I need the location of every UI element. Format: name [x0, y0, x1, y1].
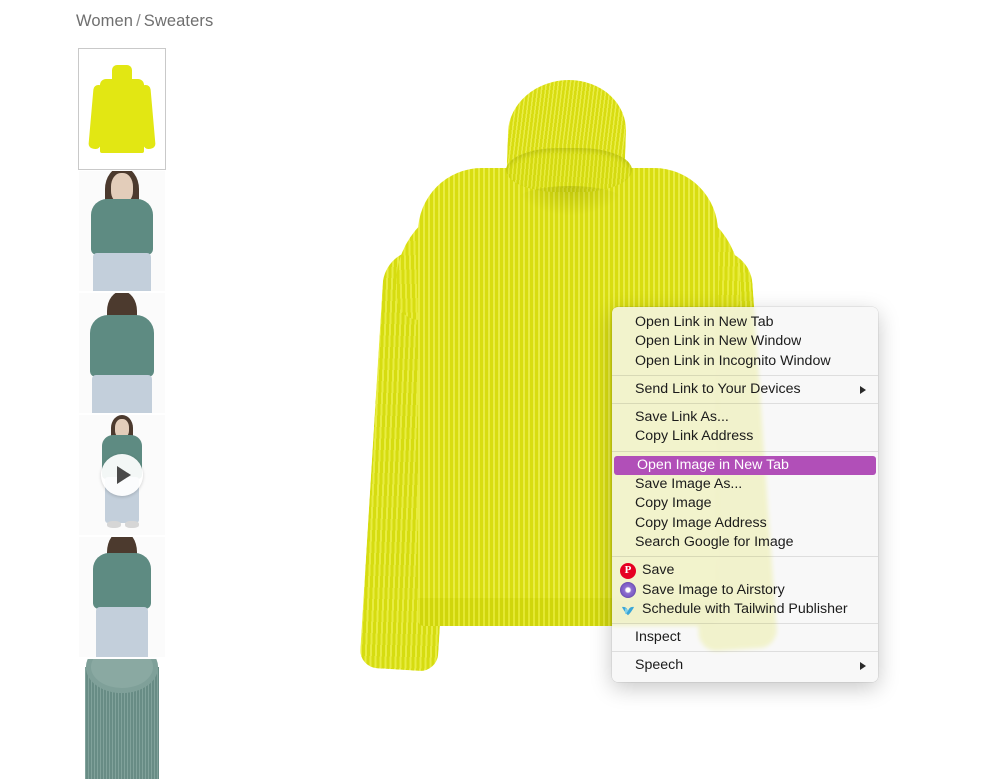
model-sweater: [90, 315, 154, 377]
menu-item-label: Inspect: [635, 629, 681, 646]
sweater-neck-shadow: [516, 186, 624, 216]
thumbnail-image: [79, 171, 165, 291]
menu-group: Send Link to Your Devices: [612, 378, 878, 401]
menu-item-save-image-as[interactable]: Save Image As...: [612, 475, 878, 494]
product-page: Women / Sweaters Open Link in New Tab Open …: [0, 0, 1000, 784]
menu-item-label: Save Link As...: [635, 409, 729, 426]
thumbnail-teal-turtleneck-video[interactable]: [78, 414, 166, 536]
thumbnail-rail: [78, 48, 166, 780]
menu-separator: [612, 403, 878, 405]
menu-group: Speech: [612, 654, 878, 677]
menu-item-label: Save Image to Airstory: [642, 581, 785, 598]
menu-item-label: Copy Image Address: [635, 514, 767, 531]
menu-item-label: Open Link in New Window: [635, 333, 802, 350]
menu-item-label: Speech: [635, 657, 684, 674]
menu-item-search-google-for-image[interactable]: Search Google for Image: [612, 533, 878, 552]
menu-item-copy-image[interactable]: Copy Image: [612, 494, 878, 513]
thumbnail-image: [79, 659, 165, 779]
model-photo: [79, 537, 165, 657]
breadcrumb-item-sweaters[interactable]: Sweaters: [144, 12, 214, 30]
menu-item-open-link-in-new-tab[interactable]: Open Link in New Tab: [612, 313, 878, 332]
knit-fabric-swatch: [85, 659, 159, 779]
menu-item-open-image-in-new-tab[interactable]: Open Image in New Tab: [614, 455, 876, 476]
menu-item-label: Open Link in Incognito Window: [635, 352, 831, 369]
play-icon[interactable]: [101, 454, 143, 496]
thumbnail-image: [79, 49, 165, 169]
thumbnail-teal-turtleneck-back[interactable]: [78, 292, 166, 414]
airstory-icon: [620, 582, 636, 599]
menu-item-speech[interactable]: Speech: [612, 656, 878, 675]
menu-item-label: Copy Link Address: [635, 428, 754, 445]
menu-group: Save Link As... Copy Link Address: [612, 406, 878, 449]
menu-item-inspect[interactable]: Inspect: [612, 628, 878, 647]
menu-item-label: Search Google for Image: [635, 533, 794, 550]
tailwind-icon: [620, 602, 636, 618]
menu-item-save-image-to-airstory[interactable]: Save Image to Airstory: [612, 581, 878, 600]
menu-item-save-link-as[interactable]: Save Link As...: [612, 408, 878, 427]
menu-separator: [612, 374, 878, 376]
menu-item-save[interactable]: P Save: [612, 561, 878, 580]
thumbnail-image: [79, 293, 165, 413]
thumbnail-teal-knit-detail[interactable]: [78, 658, 166, 780]
model-jeans: [93, 253, 151, 291]
breadcrumb-item-women[interactable]: Women: [76, 12, 133, 30]
menu-separator: [612, 623, 878, 625]
mini-collar: [112, 65, 132, 83]
menu-item-label: Schedule with Tailwind Publisher: [642, 600, 848, 617]
menu-item-label: Open Image in New Tab: [637, 456, 789, 473]
menu-item-label: Save: [642, 562, 675, 579]
submenu-arrow-icon: [860, 662, 866, 671]
mini-body: [100, 79, 144, 153]
menu-item-label: Open Link in New Tab: [635, 314, 774, 330]
menu-item-schedule-with-tailwind-publisher[interactable]: Schedule with Tailwind Publisher: [612, 600, 878, 619]
menu-item-label: Save Image As...: [635, 476, 743, 493]
play-triangle: [117, 466, 131, 484]
model-photo: [79, 293, 165, 413]
breadcrumb-separator: /: [136, 12, 141, 30]
menu-group: Inspect: [612, 626, 878, 649]
browser-context-menu[interactable]: Open Link in New Tab Open Link in New Win…: [612, 307, 878, 682]
menu-item-copy-image-address[interactable]: Copy Image Address: [612, 514, 878, 533]
thumbnail-teal-turtleneck-front[interactable]: [78, 170, 166, 292]
menu-item-label: Send Link to Your Devices: [635, 380, 801, 397]
thumbnail-yellow-turtleneck-flat[interactable]: [78, 48, 166, 170]
menu-group: P Save Save Image to Airstory Schedule with…: [612, 559, 878, 621]
menu-separator: [612, 651, 878, 653]
submenu-arrow-icon: [860, 385, 866, 394]
menu-item-open-link-in-incognito-window[interactable]: Open Link in Incognito Window: [612, 352, 878, 371]
menu-item-send-link-to-your-devices[interactable]: Send Link to Your Devices: [612, 380, 878, 399]
model-sweater: [91, 199, 153, 255]
model-jeans: [92, 375, 152, 413]
model-shoe-left: [107, 521, 121, 528]
menu-item-label: Copy Image: [635, 495, 712, 512]
model-sweater: [93, 553, 151, 609]
menu-group: Open Link in New Tab Open Link in New Win…: [612, 311, 878, 373]
menu-item-copy-link-address[interactable]: Copy Link Address: [612, 427, 878, 446]
menu-separator: [612, 450, 878, 452]
menu-separator: [612, 556, 878, 558]
knit-neckline: [86, 659, 158, 693]
menu-item-open-link-in-new-window[interactable]: Open Link in New Window: [612, 332, 878, 351]
model-shoe-right: [125, 521, 139, 528]
model-jeans: [96, 607, 148, 657]
mini-sweater-graphic: [88, 63, 156, 155]
thumbnail-teal-turtleneck-side[interactable]: [78, 536, 166, 658]
model-photo: [79, 171, 165, 291]
menu-group: Open Image in New Tab Save Image As... Cop…: [612, 454, 878, 554]
pinterest-icon: P: [620, 562, 636, 579]
thumbnail-image: [79, 537, 165, 657]
breadcrumb: Women / Sweaters: [76, 12, 213, 31]
